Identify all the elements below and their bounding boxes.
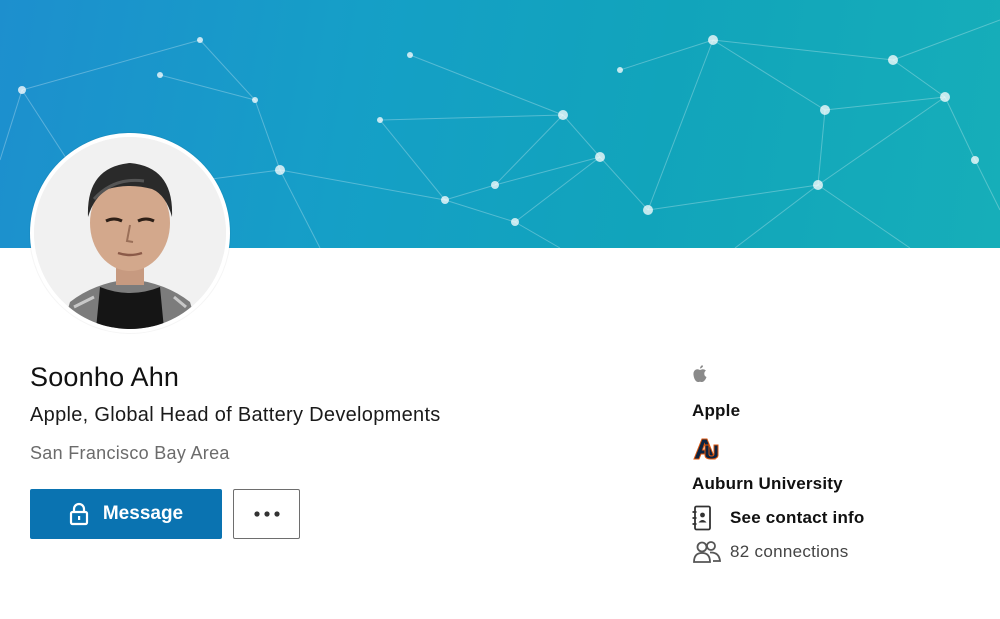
profile-location: San Francisco Bay Area [30, 443, 230, 463]
auburn-logo-icon [692, 438, 720, 465]
message-button[interactable]: Message [30, 489, 222, 539]
contact-card-icon [692, 505, 718, 531]
lock-icon [69, 502, 89, 526]
school-name[interactable]: Auburn University [692, 474, 843, 494]
profile-photo [34, 137, 226, 329]
apple-logo-icon [692, 365, 708, 388]
message-button-label: Message [102, 503, 184, 524]
company-logo[interactable] [692, 364, 708, 389]
more-actions-button[interactable] [233, 489, 300, 539]
connections-link[interactable]: 82 connections [692, 540, 849, 564]
avatar[interactable] [30, 133, 230, 333]
profile-name: Soonho Ahn [30, 362, 180, 392]
connections-count[interactable]: 82 connections [730, 542, 849, 562]
ellipsis-icon [253, 505, 281, 523]
school-logo[interactable] [692, 437, 720, 466]
company-name[interactable]: Apple [692, 401, 740, 421]
profile-headline: Apple, Global Head of Battery Developmen… [30, 404, 441, 426]
contact-info-label[interactable]: See contact info [730, 508, 865, 528]
people-icon [692, 540, 722, 564]
contact-info-link[interactable]: See contact info [692, 505, 865, 531]
